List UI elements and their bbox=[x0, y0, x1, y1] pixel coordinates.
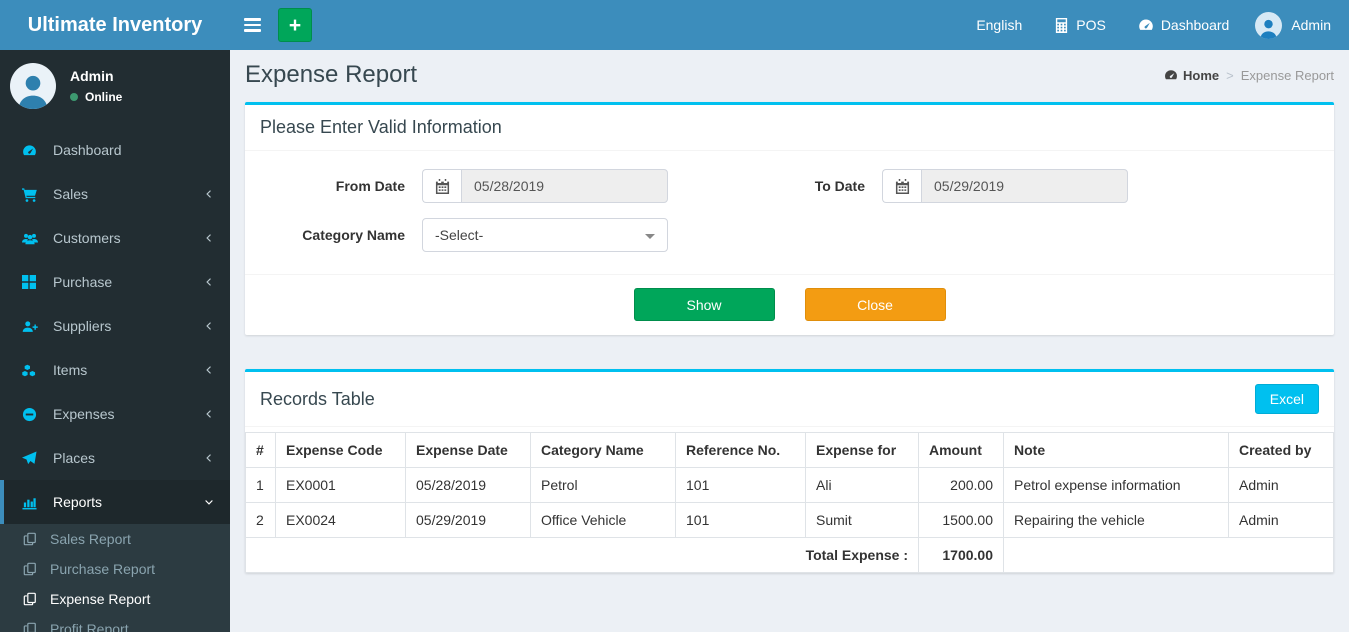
sidebar-item-expenses[interactable]: Expenses bbox=[0, 392, 230, 436]
records-panel-title: Records Table bbox=[260, 388, 375, 409]
chevron-left-icon bbox=[203, 276, 215, 288]
breadcrumb-home[interactable]: Home bbox=[1164, 68, 1219, 83]
hamburger-icon bbox=[243, 15, 261, 35]
copy-icon bbox=[23, 562, 41, 576]
to-date-input[interactable] bbox=[921, 169, 1128, 203]
col-header-created-by: Created by bbox=[1228, 432, 1334, 468]
col-header-reference-no: Reference No. bbox=[675, 432, 806, 468]
col-header-expense-date: Expense Date bbox=[405, 432, 531, 468]
sidebar-item-items[interactable]: Items bbox=[0, 348, 230, 392]
chevron-left-icon bbox=[203, 232, 215, 244]
chevron-down-icon bbox=[203, 496, 215, 508]
sidebar-user-status: Online bbox=[70, 90, 122, 104]
chevron-left-icon bbox=[203, 320, 215, 332]
excel-export-button[interactable]: Excel bbox=[1254, 384, 1319, 414]
table-row: 1 EX0001 05/28/2019 Petrol 101 Ali 200.0… bbox=[245, 467, 1334, 503]
user-avatar[interactable] bbox=[10, 63, 56, 109]
show-button[interactable]: Show bbox=[633, 288, 775, 321]
chevron-left-icon bbox=[203, 452, 215, 464]
caret-down-icon bbox=[645, 234, 655, 239]
copy-icon bbox=[23, 622, 41, 632]
filter-panel-title: Please Enter Valid Information bbox=[260, 117, 502, 137]
user-menu[interactable]: Admin bbox=[1245, 0, 1349, 50]
chevron-left-icon bbox=[203, 364, 215, 376]
col-header-note: Note bbox=[1003, 432, 1229, 468]
pos-link[interactable]: POS bbox=[1038, 0, 1122, 50]
table-header-row: # Expense Code Expense Date Category Nam… bbox=[245, 432, 1334, 468]
sidebar-item-customers[interactable]: Customers bbox=[0, 216, 230, 260]
col-header-amount: Amount bbox=[918, 432, 1004, 468]
sidebar-toggle-button[interactable] bbox=[230, 0, 274, 50]
records-table: # Expense Code Expense Date Category Nam… bbox=[245, 432, 1334, 573]
quick-add-button[interactable]: + bbox=[278, 8, 312, 42]
category-name-label: Category Name bbox=[302, 227, 405, 243]
records-panel: Records Table Excel # Expense Code Expen… bbox=[245, 369, 1334, 573]
sidebar-item-places[interactable]: Places bbox=[0, 436, 230, 480]
user-plus-icon bbox=[22, 319, 42, 334]
tachometer-icon bbox=[22, 143, 42, 158]
calculator-icon bbox=[1054, 17, 1069, 33]
tachometer-icon bbox=[1138, 17, 1154, 33]
copy-icon bbox=[23, 532, 41, 546]
from-date-label: From Date bbox=[335, 178, 405, 194]
minus-circle-icon bbox=[22, 407, 42, 422]
sidebar-user-panel: Admin Online bbox=[0, 50, 230, 124]
sidebar-subitem-expense-report[interactable]: Expense Report bbox=[0, 584, 230, 614]
sidebar-item-dashboard[interactable]: Dashboard bbox=[0, 128, 230, 172]
chevron-left-icon bbox=[203, 408, 215, 420]
filter-panel: Please Enter Valid Information From Date… bbox=[245, 102, 1334, 335]
bar-chart-icon bbox=[22, 495, 42, 510]
breadcrumb: Home > Expense Report bbox=[1164, 68, 1334, 83]
total-expense-label: Total Expense : bbox=[245, 537, 919, 573]
col-header-index: # bbox=[245, 432, 276, 468]
breadcrumb-current: Expense Report bbox=[1240, 67, 1334, 83]
plus-icon: + bbox=[288, 13, 302, 37]
users-icon bbox=[22, 231, 42, 246]
copy-icon bbox=[23, 592, 41, 606]
brand-logo[interactable]: Ultimate Inventory bbox=[0, 0, 230, 50]
calendar-icon[interactable] bbox=[882, 169, 921, 203]
col-header-category-name: Category Name bbox=[530, 432, 676, 468]
paper-plane-icon bbox=[22, 450, 42, 466]
col-header-expense-for: Expense for bbox=[805, 432, 919, 468]
page-title: Expense Report bbox=[245, 61, 418, 88]
sidebar-menu: Dashboard Sales Customers Purchase Suppl… bbox=[0, 128, 230, 524]
chevron-left-icon bbox=[203, 188, 215, 200]
grid-icon bbox=[22, 275, 42, 289]
from-date-input[interactable] bbox=[461, 169, 668, 203]
category-select[interactable]: -Select- bbox=[422, 218, 668, 252]
language-menu[interactable]: English bbox=[960, 0, 1038, 50]
from-date-group bbox=[422, 169, 668, 203]
sidebar-subitem-purchase-report[interactable]: Purchase Report bbox=[0, 554, 230, 584]
sidebar-item-sales[interactable]: Sales bbox=[0, 172, 230, 216]
to-date-label: To Date bbox=[814, 178, 865, 194]
top-navbar: Ultimate Inventory + English POS Dashboa… bbox=[0, 0, 1349, 50]
sidebar: Admin Online Dashboard Sales Customers P… bbox=[0, 50, 230, 632]
cubes-icon bbox=[22, 363, 42, 378]
home-dashboard-icon bbox=[1164, 68, 1178, 82]
sidebar-user-name: Admin bbox=[70, 68, 114, 84]
to-date-group bbox=[882, 169, 1128, 203]
reports-submenu: Sales Report Purchase Report Expense Rep… bbox=[0, 524, 230, 632]
online-dot-icon bbox=[70, 93, 78, 101]
sidebar-item-suppliers[interactable]: Suppliers bbox=[0, 304, 230, 348]
breadcrumb-separator: > bbox=[1226, 67, 1234, 83]
cart-icon bbox=[22, 187, 42, 202]
dashboard-link[interactable]: Dashboard bbox=[1122, 0, 1246, 50]
table-row: 2 EX0024 05/29/2019 Office Vehicle 101 S… bbox=[245, 502, 1334, 538]
main-content: Expense Report Home > Expense Report Ple… bbox=[230, 50, 1349, 632]
table-total-row: Total Expense : 1700.00 bbox=[245, 537, 1334, 573]
sidebar-item-purchase[interactable]: Purchase bbox=[0, 260, 230, 304]
sidebar-subitem-sales-report[interactable]: Sales Report bbox=[0, 524, 230, 554]
total-expense-value: 1700.00 bbox=[918, 537, 1004, 573]
calendar-icon[interactable] bbox=[422, 169, 461, 203]
user-avatar bbox=[1255, 11, 1283, 39]
close-button[interactable]: Close bbox=[804, 288, 946, 321]
sidebar-item-reports[interactable]: Reports bbox=[0, 480, 230, 524]
sidebar-subitem-profit-report[interactable]: Profit Report bbox=[0, 614, 230, 632]
col-header-expense-code: Expense Code bbox=[275, 432, 406, 468]
